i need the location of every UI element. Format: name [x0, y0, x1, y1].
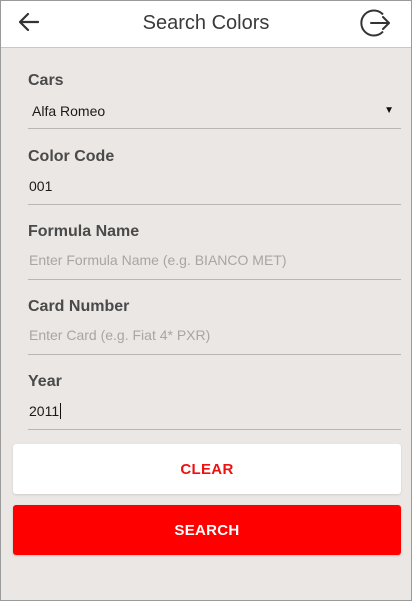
formula-name-label: Formula Name [28, 223, 140, 240]
card-number-label: Card Number [28, 298, 130, 315]
formula-name-placeholder: Enter Formula Name (e.g. BIANCO MET) [29, 252, 287, 268]
card-number-field: Card Number Enter Card (e.g. Fiat 4* PXR… [28, 298, 401, 356]
clear-button-label: CLEAR [180, 460, 234, 478]
color-code-underline [28, 204, 401, 205]
formula-name-underline [28, 279, 401, 280]
color-code-field: Color Code 001 [28, 148, 401, 206]
cars-label: Cars [28, 72, 64, 89]
search-button-label: SEARCH [174, 521, 240, 539]
chevron-down-icon: ▼ [384, 105, 394, 116]
card-number-placeholder: Enter Card (e.g. Fiat 4* PXR) [29, 327, 211, 343]
cars-underline [28, 128, 401, 129]
year-value: 2011 [29, 403, 60, 419]
app-bar: Search Colors [1, 1, 411, 48]
page-title: Search Colors [142, 12, 270, 34]
cars-field: Cars Alfa Romeo ▼ [28, 72, 401, 130]
year-input[interactable]: 2011 [28, 398, 401, 428]
year-value-wrap: 2011 [29, 403, 62, 419]
year-label: Year [28, 373, 62, 390]
search-button[interactable]: SEARCH [13, 505, 401, 555]
text-cursor [60, 403, 62, 419]
cars-selected-value: Alfa Romeo [32, 103, 106, 119]
clear-button[interactable]: CLEAR [13, 444, 401, 494]
logout-button[interactable] [359, 9, 391, 41]
formula-name-field: Formula Name Enter Formula Name (e.g. BI… [28, 223, 401, 281]
year-field: Year 2011 [28, 373, 401, 431]
logout-arrow-circle-icon [359, 7, 391, 44]
card-number-input[interactable]: Enter Card (e.g. Fiat 4* PXR) [28, 323, 401, 353]
card-number-underline [28, 354, 401, 355]
color-code-value: 001 [29, 178, 53, 194]
formula-name-input[interactable]: Enter Formula Name (e.g. BIANCO MET) [28, 248, 401, 278]
cars-select[interactable]: Alfa Romeo ▼ [28, 98, 401, 128]
year-underline [28, 429, 401, 430]
color-code-input[interactable]: 001 [28, 173, 401, 203]
color-code-label: Color Code [28, 148, 115, 165]
app-screen: Search Colors Cars Alfa Romeo ▼ Color Co… [0, 0, 412, 601]
